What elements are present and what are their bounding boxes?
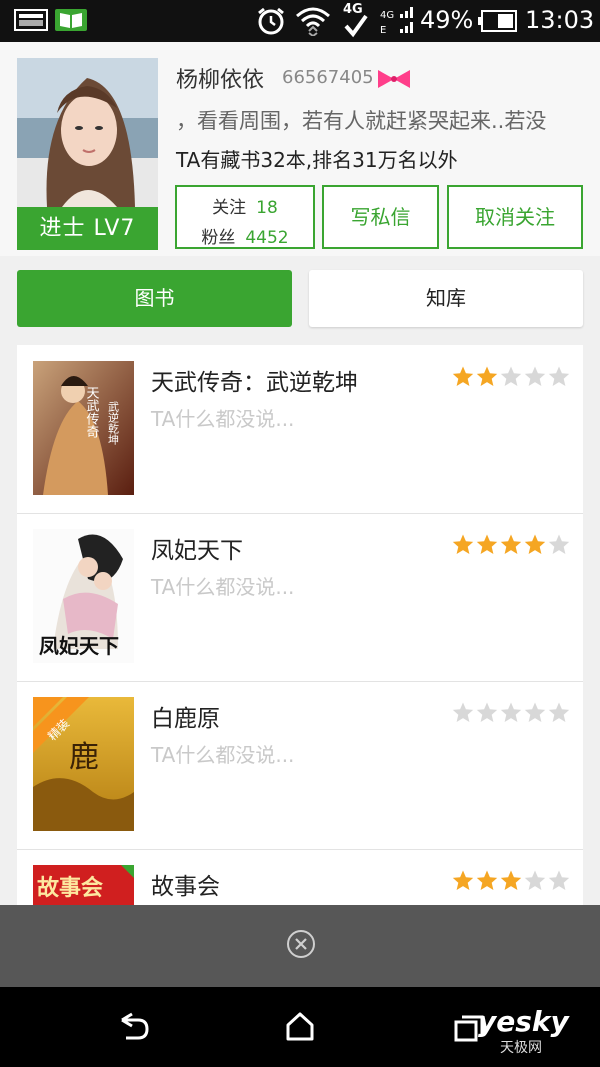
book-title: 故事会 — [151, 874, 220, 900]
book-cover: 故事会 — [33, 865, 134, 905]
star-filled-icon — [452, 870, 474, 890]
star-empty-icon — [548, 534, 570, 554]
cover-text: 凤妃天下 — [39, 634, 119, 658]
cover-subtext: 武逆乾坤 — [107, 401, 120, 446]
follow-fans-box[interactable]: 关注 18 粉丝 4452 — [175, 185, 315, 249]
star-empty-icon — [548, 366, 570, 386]
follow-count: 18 — [256, 198, 278, 218]
book-cover: 凤妃天下 — [33, 529, 134, 663]
home-icon[interactable] — [285, 1011, 315, 1041]
star-empty-icon — [524, 366, 546, 386]
cover-text: 天武传奇 — [84, 386, 100, 438]
female-bow-icon — [378, 70, 410, 88]
follow-count-row: 关注 18 — [177, 193, 313, 218]
book-comment: TA什么都没说... — [151, 407, 295, 431]
tab-books[interactable]: 图书 — [17, 270, 292, 327]
book-list: 天武传奇 武逆乾坤 天武传奇：武逆乾坤 TA什么都没说... 凤妃天下 凤妃天下… — [17, 345, 583, 905]
watermark-logo: yesky — [478, 1005, 569, 1038]
rating-stars — [451, 869, 571, 893]
star-empty-icon — [452, 702, 474, 722]
star-empty-icon — [524, 702, 546, 722]
book-cover: 天武传奇 武逆乾坤 — [33, 361, 134, 495]
fans-count-row: 粉丝 4452 — [177, 223, 313, 248]
book-title: 白鹿原 — [151, 706, 220, 732]
rating-stars — [451, 701, 571, 725]
star-empty-icon — [476, 702, 498, 722]
book-item[interactable]: 凤妃天下 凤妃天下 TA什么都没说... — [17, 513, 583, 682]
clock: 13:03 — [525, 6, 595, 34]
book-comment: TA什么都没说... — [151, 575, 295, 599]
rating-stars — [451, 365, 571, 389]
fans-label: 粉丝 — [201, 228, 236, 248]
status-bar: 4G 4G E 49% 13:03 — [0, 0, 600, 42]
star-filled-icon — [500, 870, 522, 890]
star-empty-icon — [524, 870, 546, 890]
star-empty-icon — [548, 870, 570, 890]
book-title: 凤妃天下 — [151, 538, 243, 564]
star-empty-icon — [500, 702, 522, 722]
book-title: 天武传奇：武逆乾坤 — [151, 370, 358, 396]
star-filled-icon — [500, 534, 522, 554]
star-empty-icon — [548, 702, 570, 722]
star-filled-icon — [524, 534, 546, 554]
network-type: 4G — [343, 2, 363, 17]
wifi-icon — [296, 7, 330, 36]
book-item[interactable]: 精装 鹿 白鹿原 TA什么都没说... — [17, 681, 583, 850]
svg-text:E: E — [380, 25, 386, 36]
level-badge: 进士 LV7 — [17, 207, 158, 250]
cover-text: 故事会 — [37, 875, 103, 901]
back-icon[interactable] — [118, 1012, 150, 1042]
book-comment: TA什么都没说... — [151, 743, 295, 767]
book-item[interactable]: 故事会 故事会 — [17, 849, 583, 905]
rating-stars — [451, 533, 571, 557]
avatar[interactable] — [17, 58, 158, 207]
fans-count: 4452 — [245, 228, 289, 248]
book-collection-info: TA有藏书32本,排名31万名以外 — [176, 148, 458, 172]
star-filled-icon — [476, 534, 498, 554]
star-empty-icon — [500, 366, 522, 386]
username: 杨柳依依 — [176, 68, 265, 93]
user-signature: ，看看周围，若有人就赶紧哭起来..若没 — [176, 109, 547, 133]
star-filled-icon — [452, 534, 474, 554]
book-item[interactable]: 天武传奇 武逆乾坤 天武传奇：武逆乾坤 TA什么都没说... — [17, 345, 583, 514]
watermark-text: 天极网 — [500, 1040, 542, 1056]
close-icon[interactable] — [286, 929, 316, 959]
unfollow-button[interactable]: 取消关注 — [447, 185, 583, 249]
cell-signal-icon: 4G E — [380, 7, 413, 36]
tab-library[interactable]: 知库 — [309, 270, 583, 327]
profile-header: 进士 LV7 杨柳依依 66567405 ，看看周围，若有人就赶紧哭起来..若没… — [0, 42, 600, 256]
send-message-button[interactable]: 写私信 — [322, 185, 439, 249]
star-filled-icon — [476, 366, 498, 386]
alarm-icon — [258, 7, 284, 35]
screenshot-icon — [14, 9, 48, 31]
svg-text:4G: 4G — [380, 10, 394, 21]
battery-icon — [478, 10, 517, 32]
user-id: 66567405 — [282, 67, 374, 88]
reader-app-icon — [55, 9, 87, 31]
star-filled-icon — [452, 366, 474, 386]
book-cover: 精装 鹿 — [33, 697, 134, 831]
follow-label: 关注 — [212, 198, 247, 218]
cover-text: 鹿 — [69, 740, 99, 775]
star-filled-icon — [476, 870, 498, 890]
battery-percent: 49% — [420, 6, 474, 34]
